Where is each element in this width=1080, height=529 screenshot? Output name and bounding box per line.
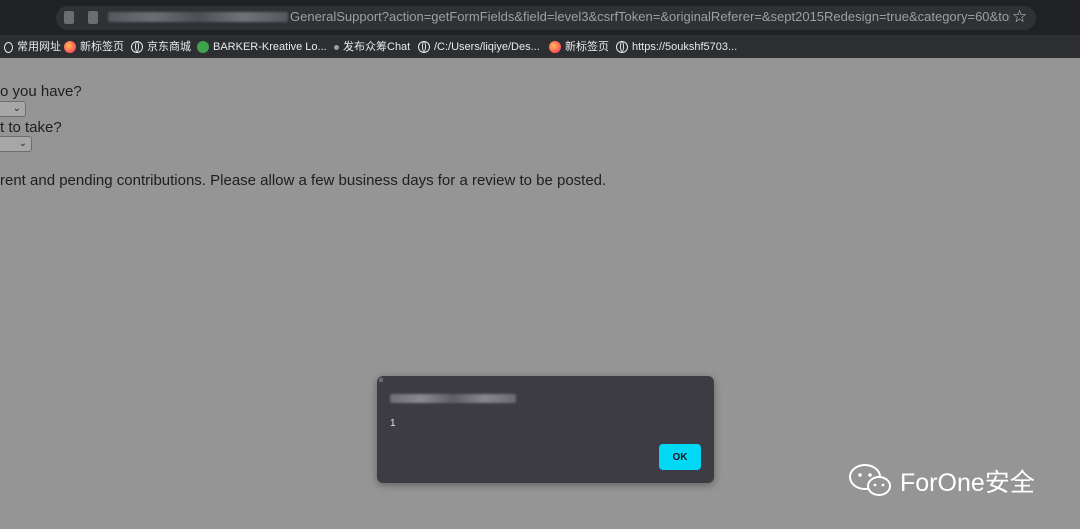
bookmark-new-tab-2[interactable]: 新标签页 — [549, 39, 609, 55]
question-label-1: o you have? — [0, 83, 82, 100]
review-note: rent and pending contributions. Please a… — [0, 172, 607, 189]
dialog-message: 1 — [390, 418, 396, 429]
bookmark-jd[interactable]: 京东商城 — [131, 39, 191, 55]
dot-icon — [334, 44, 339, 50]
chevron-down-icon: ⌄ — [12, 103, 21, 114]
green-logo-icon — [197, 41, 209, 53]
chevron-down-icon: ⌄ — [18, 138, 27, 149]
dialog-title-blurred — [390, 394, 516, 403]
bookmark-star-icon[interactable]: ☆ — [1012, 7, 1027, 27]
watermark-text: ForOne安全 — [900, 469, 1035, 497]
bookmark-barker[interactable]: BARKER-Kreative Lo... — [197, 39, 327, 55]
question-select-1[interactable]: ⌄ — [0, 101, 26, 117]
bookmark-chat[interactable]: 发布众筹Chat — [334, 39, 410, 55]
question-label-2: t to take? — [0, 119, 62, 136]
dialog-corner-mark — [379, 378, 383, 382]
square-icon — [4, 41, 13, 53]
firefox-icon — [64, 41, 76, 53]
bookmarks-bar: 常用网址 新标签页 京东商城 BARKER-Kreative Lo... 发布众… — [0, 35, 1080, 58]
clipboard-icon — [88, 11, 98, 24]
blurred-domain — [108, 12, 288, 22]
watermark: ForOne安全 — [848, 463, 1035, 499]
ok-button[interactable]: OK — [659, 444, 701, 470]
bookmark-local-file[interactable]: /C:/Users/liqiye/Des... — [418, 39, 540, 55]
browser-toolbar: GeneralSupport?action=getFormFields&fiel… — [0, 0, 1080, 35]
page-info-icon[interactable] — [64, 11, 74, 24]
bookmark-new-tab[interactable]: 新标签页 — [64, 39, 124, 55]
globe-icon — [418, 41, 430, 53]
globe-icon — [131, 41, 143, 53]
question-select-2[interactable]: ⌄ — [0, 136, 32, 152]
bookmark-url[interactable]: https://5oukshf5703... — [616, 39, 737, 55]
globe-icon — [616, 41, 628, 53]
alert-dialog: 1 OK — [377, 376, 714, 483]
wechat-icon — [849, 464, 891, 496]
url-text[interactable]: GeneralSupport?action=getFormFields&fiel… — [290, 9, 1010, 24]
bookmark-common-sites[interactable]: 常用网址 — [4, 39, 61, 55]
firefox-icon — [549, 41, 561, 53]
